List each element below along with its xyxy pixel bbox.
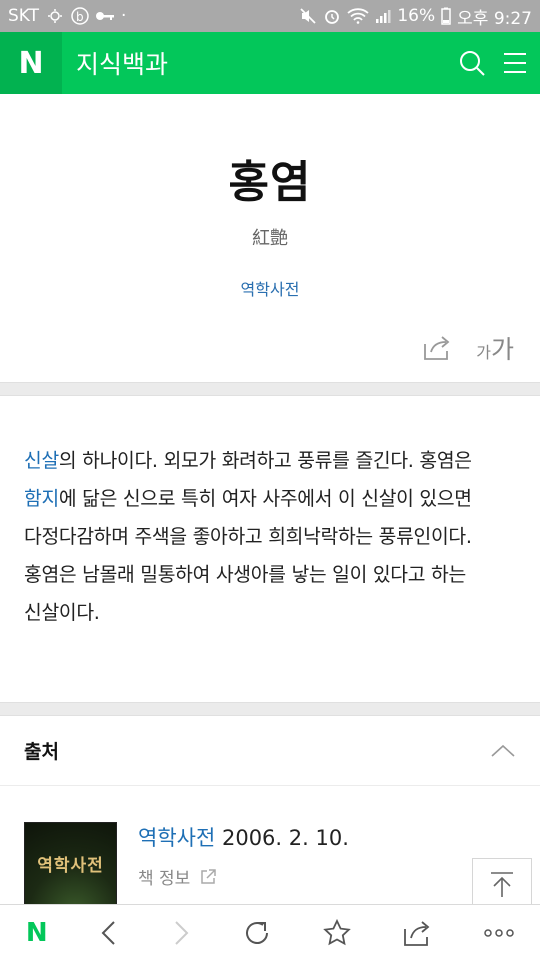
search-icon[interactable] bbox=[458, 49, 486, 77]
dot-icon: · bbox=[121, 6, 127, 26]
carrier-label: SKT bbox=[8, 6, 40, 26]
battery-icon bbox=[441, 7, 451, 25]
book-title-link[interactable]: 역학사전 bbox=[138, 826, 215, 850]
arrow-up-icon bbox=[491, 872, 513, 897]
svg-text:b: b bbox=[76, 10, 84, 24]
entry-tools: 가가 bbox=[422, 330, 514, 366]
weather-icon bbox=[48, 9, 63, 23]
book-date: 2006. 2. 10. bbox=[221, 826, 349, 850]
page-title: 홍염 bbox=[228, 157, 312, 208]
home-logo-button[interactable]: N bbox=[26, 918, 48, 948]
hanja-subtitle: 紅艶 bbox=[252, 228, 288, 249]
body-text: 에 닮은 신으로 특히 여자 사주에서 이 신살이 있으면 bbox=[58, 487, 472, 510]
app-header: N 지식백과 bbox=[0, 32, 540, 94]
book-meta: 역학사전 2006. 2. 10. 책 정보 bbox=[138, 822, 349, 889]
naver-logo[interactable]: N bbox=[0, 32, 62, 94]
font-size-button[interactable]: 가가 bbox=[476, 330, 514, 366]
wifi-icon bbox=[347, 8, 369, 24]
header-title[interactable]: 지식백과 bbox=[76, 45, 168, 81]
alarm-icon bbox=[325, 10, 340, 24]
keyword-link-sinsal[interactable]: 신살 bbox=[24, 449, 59, 472]
refresh-icon[interactable] bbox=[243, 919, 271, 947]
chevron-up-icon[interactable] bbox=[490, 743, 516, 759]
dictionary-link[interactable]: 역학사전 bbox=[241, 276, 300, 300]
share-icon[interactable] bbox=[402, 919, 432, 947]
body-text: 의 하나이다. 외모가 화려하고 풍류를 즐긴다. 홍염은 bbox=[58, 449, 472, 472]
section-divider bbox=[0, 382, 540, 396]
browser-toolbar: N bbox=[0, 904, 540, 960]
source-section-header[interactable]: 출처 bbox=[0, 716, 540, 786]
b-app-icon: b bbox=[71, 7, 89, 25]
body-text: 다정다감하며 주색을 좋아하고 희희낙락하는 풍류인이다. bbox=[24, 525, 472, 548]
battery-label: 16% bbox=[397, 6, 436, 26]
keyword-link-hamji[interactable]: 함지 bbox=[24, 487, 59, 510]
section-divider bbox=[0, 702, 540, 716]
menu-icon[interactable] bbox=[502, 49, 528, 77]
clock: 오후 9:27 bbox=[457, 8, 532, 29]
star-icon[interactable] bbox=[322, 918, 351, 947]
mute-icon bbox=[300, 8, 316, 24]
body-text: 신살이다. bbox=[24, 601, 100, 624]
forward-icon[interactable] bbox=[171, 919, 191, 947]
more-icon[interactable] bbox=[484, 928, 514, 938]
share-icon[interactable] bbox=[422, 335, 452, 361]
status-bar: SKT b · 16% 오후 9:27 bbox=[0, 0, 540, 32]
section-title: 출처 bbox=[24, 741, 59, 763]
body-text: 홍염은 남몰래 밀통하여 사생아를 낳는 일이 있다고 하는 bbox=[24, 563, 466, 586]
back-icon[interactable] bbox=[99, 919, 119, 947]
external-link-icon bbox=[201, 868, 217, 884]
key-icon bbox=[96, 12, 115, 20]
signal-icon bbox=[376, 10, 391, 23]
entry-body: 신살의 하나이다. 외모가 화려하고 풍류를 즐긴다. 홍염은 함지에 닮은 신… bbox=[0, 396, 540, 702]
book-info-link[interactable]: 책 정보 bbox=[138, 864, 349, 889]
